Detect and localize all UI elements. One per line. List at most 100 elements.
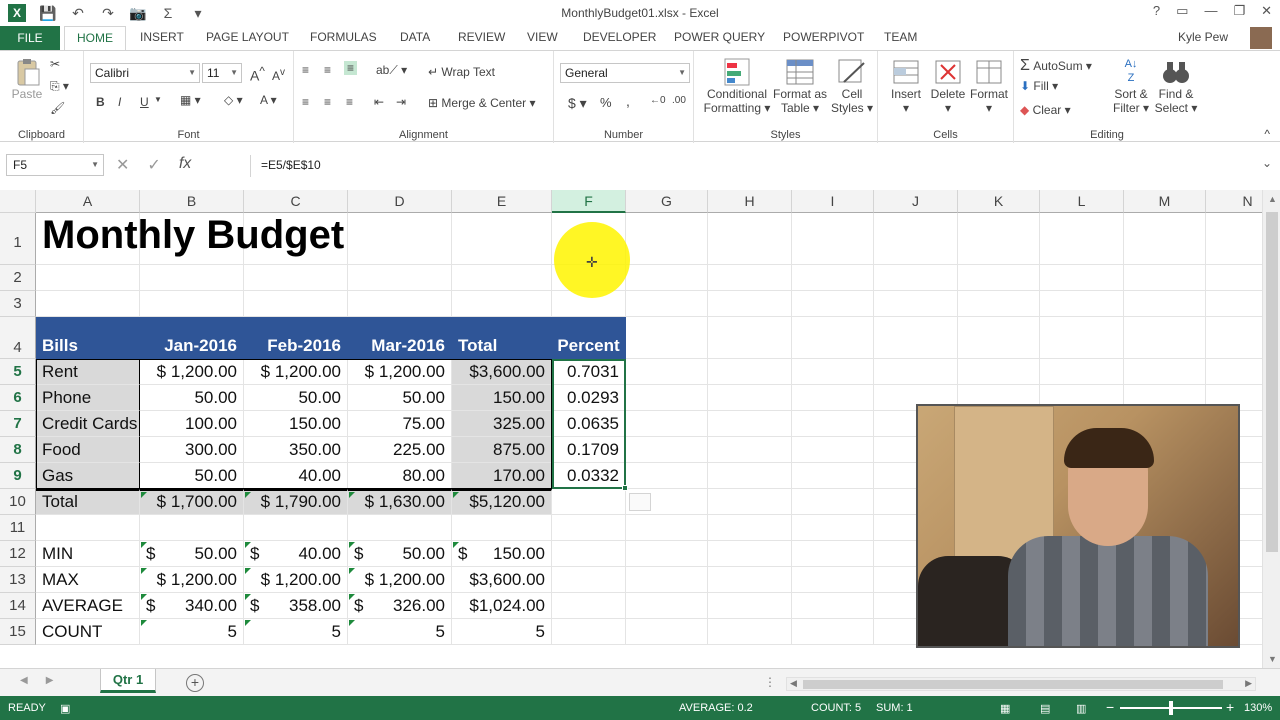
- tab-data[interactable]: DATA: [400, 30, 430, 44]
- bill-value-cell[interactable]: 300.00: [140, 437, 244, 463]
- grid-cell[interactable]: [792, 567, 874, 593]
- stat-value-cell[interactable]: $150.00: [452, 541, 552, 567]
- grid-cell[interactable]: [626, 317, 708, 359]
- grid-cell[interactable]: [452, 515, 552, 541]
- grid-cell[interactable]: [792, 213, 874, 265]
- grid-cell[interactable]: [708, 317, 792, 359]
- cut-icon[interactable]: ✂: [50, 57, 60, 71]
- grid-cell[interactable]: [626, 619, 708, 645]
- bill-value-cell[interactable]: 0.1709: [552, 437, 626, 463]
- grid-cell[interactable]: [552, 515, 626, 541]
- grow-font-button[interactable]: A^: [250, 65, 265, 84]
- bill-value-cell[interactable]: $3,600.00: [452, 359, 552, 385]
- column-header-b[interactable]: B: [140, 190, 244, 213]
- grid-cell[interactable]: [708, 411, 792, 437]
- stat-value-cell[interactable]: $40.00: [244, 541, 348, 567]
- row-header-1[interactable]: 1: [0, 213, 36, 265]
- grid-cell[interactable]: [1040, 359, 1124, 385]
- grid-cell[interactable]: [1040, 317, 1124, 359]
- percent-button[interactable]: %: [600, 95, 612, 110]
- column-header-f[interactable]: F: [552, 190, 626, 213]
- stat-value-cell[interactable]: $326.00: [348, 593, 452, 619]
- scroll-left-icon[interactable]: ◀: [790, 678, 797, 689]
- grid-cell[interactable]: [626, 567, 708, 593]
- grid-cell[interactable]: [792, 515, 874, 541]
- increase-indent-icon[interactable]: ⇥: [396, 95, 406, 109]
- stat-label-cell[interactable]: MIN: [36, 541, 140, 567]
- grid-cell[interactable]: [792, 541, 874, 567]
- total-value-cell[interactable]: $ 1,700.00: [140, 489, 244, 515]
- grid-cell[interactable]: [348, 291, 452, 317]
- restore-icon[interactable]: ❐: [1233, 3, 1245, 19]
- grid-cell[interactable]: [626, 463, 708, 489]
- find-select-button[interactable]: Find & Select ▾: [1154, 57, 1198, 115]
- column-header-i[interactable]: I: [792, 190, 874, 213]
- header-cell[interactable]: Percent: [552, 317, 626, 359]
- header-cell[interactable]: Bills: [36, 317, 140, 359]
- font-name-combo[interactable]: Calibri ▼: [90, 63, 200, 83]
- add-sheet-icon[interactable]: +: [186, 674, 204, 692]
- grid-cell[interactable]: [958, 213, 1040, 265]
- grid-cell[interactable]: [552, 489, 626, 515]
- vertical-scrollbar[interactable]: ▲ ▼: [1262, 190, 1280, 668]
- grid-cell[interactable]: [792, 463, 874, 489]
- grid-cell[interactable]: [792, 385, 874, 411]
- column-header-a[interactable]: A: [36, 190, 140, 213]
- chevron-down-icon[interactable]: ▼: [154, 95, 162, 104]
- autosum-button[interactable]: Σ AutoSum ▾: [1020, 57, 1092, 75]
- grid-cell[interactable]: [348, 515, 452, 541]
- grid-cell[interactable]: [708, 463, 792, 489]
- grid-cell[interactable]: [626, 213, 708, 265]
- bill-value-cell[interactable]: 225.00: [348, 437, 452, 463]
- status-sum[interactable]: SUM: 1: [876, 702, 913, 714]
- grid-cell[interactable]: [552, 593, 626, 619]
- grid-cell[interactable]: [552, 567, 626, 593]
- quick-analysis-icon[interactable]: [629, 493, 651, 511]
- enter-icon[interactable]: ✓: [147, 155, 160, 175]
- tab-insert[interactable]: INSERT: [140, 30, 184, 44]
- row-header-6[interactable]: 6: [0, 385, 36, 411]
- bill-value-cell[interactable]: 100.00: [140, 411, 244, 437]
- formula-input[interactable]: =E5/$E$10: [250, 155, 1256, 177]
- bill-value-cell[interactable]: 50.00: [244, 385, 348, 411]
- grid-cell[interactable]: [452, 213, 552, 265]
- stat-label-cell[interactable]: AVERAGE: [36, 593, 140, 619]
- bill-value-cell[interactable]: 75.00: [348, 411, 452, 437]
- grid-cell[interactable]: [36, 291, 140, 317]
- delete-cells-button[interactable]: Delete ▾: [928, 57, 968, 115]
- grid-cell[interactable]: [958, 265, 1040, 291]
- grid-cell[interactable]: [792, 359, 874, 385]
- sheet-tab-qtr1[interactable]: Qtr 1: [100, 669, 156, 693]
- stat-value-cell[interactable]: 5: [244, 619, 348, 645]
- align-bottom-icon[interactable]: ≡: [344, 61, 358, 75]
- fill-handle[interactable]: [622, 485, 628, 491]
- scroll-down-icon[interactable]: ▼: [1268, 654, 1277, 664]
- status-count[interactable]: COUNT: 5: [811, 702, 861, 714]
- grid-cell[interactable]: [958, 359, 1040, 385]
- zoom-slider-knob[interactable]: [1169, 701, 1173, 715]
- insert-function-icon[interactable]: fx: [179, 155, 191, 175]
- vertical-scroll-thumb[interactable]: [1266, 212, 1278, 552]
- grid-cell[interactable]: [626, 265, 708, 291]
- bill-value-cell[interactable]: 0.7031: [552, 359, 626, 385]
- grid-cell[interactable]: [792, 593, 874, 619]
- column-header-c[interactable]: C: [244, 190, 348, 213]
- fill-button[interactable]: ⬇ Fill ▾: [1020, 79, 1058, 93]
- grid-cell[interactable]: [958, 291, 1040, 317]
- stat-value-cell[interactable]: $358.00: [244, 593, 348, 619]
- cancel-icon[interactable]: ✕: [116, 155, 129, 175]
- row-header-7[interactable]: 7: [0, 411, 36, 437]
- sheet-next-icon[interactable]: ▶: [46, 675, 54, 686]
- header-cell[interactable]: Jan-2016: [140, 317, 244, 359]
- grid-cell[interactable]: [708, 567, 792, 593]
- select-all-corner[interactable]: [0, 190, 36, 213]
- name-box[interactable]: F5 ▼: [6, 154, 104, 176]
- row-header-15[interactable]: 15: [0, 619, 36, 645]
- total-label-cell[interactable]: Total: [36, 489, 140, 515]
- grid-cell[interactable]: [552, 541, 626, 567]
- merge-center-button[interactable]: ⊞ Merge & Center ▾: [428, 96, 535, 110]
- grid-cell[interactable]: [452, 291, 552, 317]
- grid-cell[interactable]: [626, 291, 708, 317]
- stat-value-cell[interactable]: $1,024.00: [452, 593, 552, 619]
- grid-cell[interactable]: [1124, 359, 1206, 385]
